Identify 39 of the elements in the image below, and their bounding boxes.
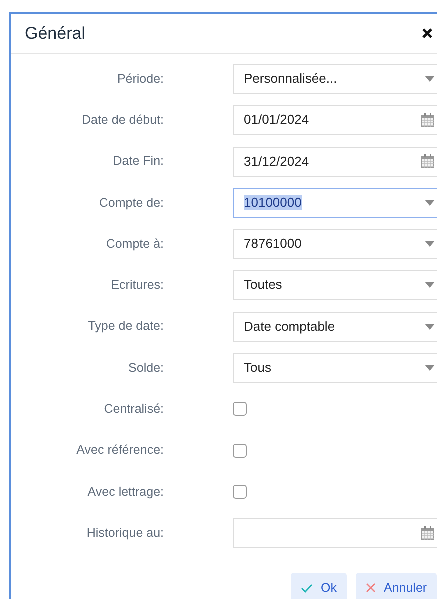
caret-icon: [425, 76, 435, 82]
dropdown-field[interactable]: 10100000: [233, 188, 437, 218]
dropdown-field[interactable]: Date comptable: [233, 312, 437, 342]
field-label: Type de date:: [88, 318, 164, 336]
field-label: Période:: [117, 70, 164, 88]
cancel-button[interactable]: Annuler: [356, 573, 437, 599]
caret-icon: [425, 282, 435, 288]
close-icon: [366, 583, 376, 594]
checkbox[interactable]: [233, 402, 247, 416]
caret-icon: [425, 365, 435, 372]
calendar-icon: [421, 526, 435, 541]
calendar-icon: [421, 154, 435, 170]
caret-icon: [425, 200, 435, 206]
close-icon[interactable]: [422, 28, 433, 39]
field-label: Centralisé:: [104, 401, 164, 418]
check-icon: [301, 584, 313, 593]
date-field[interactable]: 01/01/2024: [233, 105, 437, 136]
caret-icon: [425, 324, 435, 330]
date-field[interactable]: [233, 518, 437, 548]
field-label: Avec lettrage:: [88, 484, 164, 501]
caret-icon: [425, 241, 435, 248]
dropdown-field[interactable]: Toutes: [233, 270, 437, 300]
field-label: Date de début:: [82, 112, 164, 129]
field-label: Solde:: [128, 360, 164, 377]
field-label: Avec référence:: [76, 442, 164, 460]
field-label: Date Fin:: [113, 153, 164, 170]
dropdown-field[interactable]: Personnalisée...: [233, 64, 437, 94]
checkbox[interactable]: [233, 484, 247, 499]
field-label: Compte de:: [99, 194, 164, 212]
dropdown-field[interactable]: 78761000: [233, 229, 437, 260]
dropdown-field[interactable]: Tous: [233, 353, 437, 384]
field-label: Historique au:: [86, 524, 164, 542]
ok-button[interactable]: Ok: [291, 573, 347, 599]
calendar-icon: [421, 112, 435, 128]
field-label: Ecritures:: [111, 277, 164, 294]
date-field[interactable]: 31/12/2024: [233, 146, 437, 177]
field-label: Compte à:: [106, 236, 164, 253]
checkbox[interactable]: [233, 444, 247, 458]
dialog-title: Général: [25, 22, 86, 45]
